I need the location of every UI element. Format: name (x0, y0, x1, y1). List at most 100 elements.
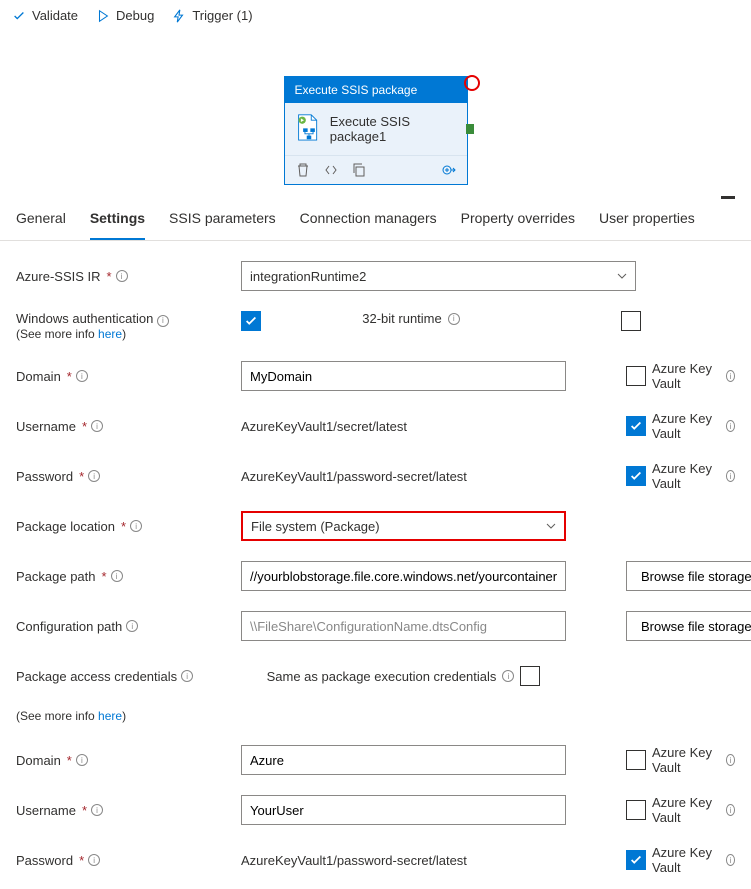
chevron-down-icon (617, 271, 627, 281)
tab-settings[interactable]: Settings (90, 196, 145, 240)
code-icon[interactable] (323, 162, 339, 178)
row-password-1: Password*i AzureKeyVault1/password-secre… (16, 461, 735, 491)
password-value-2: AzureKeyVault1/password-secret/latest (241, 853, 467, 868)
label-32bit-runtime: 32-bit runtime (362, 311, 441, 326)
akv-checkbox-domain-2[interactable] (626, 750, 646, 770)
ssis-package-icon (295, 113, 320, 145)
row-package-access-creds: Package access credentialsi Same as pack… (16, 661, 735, 691)
check-icon (12, 9, 26, 23)
trigger-label: Trigger (1) (192, 8, 252, 23)
row-username-1: Username*i AzureKeyVault1/secret/latest … (16, 411, 735, 441)
info-icon[interactable]: i (76, 370, 88, 382)
node-output-handle[interactable] (466, 124, 474, 134)
info-icon[interactable]: i (726, 370, 735, 382)
azure-ssis-ir-select[interactable]: integrationRuntime2 (241, 261, 636, 291)
tab-user-properties[interactable]: User properties (599, 196, 695, 240)
row-password-2: Password*i AzureKeyVault1/password-secre… (16, 845, 735, 875)
node-footer (285, 155, 467, 184)
activity-node[interactable]: Execute SSIS package Execute SSIS packag… (284, 76, 468, 185)
copy-icon[interactable] (351, 162, 367, 178)
akv-checkbox-username-1[interactable] (626, 416, 646, 436)
row-see-more-2: (See more info here) (16, 701, 735, 731)
chevron-down-icon (546, 521, 556, 531)
settings-tabs: General Settings SSIS parameters Connect… (0, 196, 751, 241)
info-icon[interactable]: i (126, 620, 138, 632)
toolbar: Validate Debug Trigger (1) (0, 0, 751, 31)
info-icon[interactable]: i (448, 313, 460, 325)
azure-ssis-ir-value: integrationRuntime2 (250, 269, 366, 284)
play-icon (96, 9, 110, 23)
info-icon[interactable]: i (91, 804, 103, 816)
row-package-path: Package path*i Browse file storage (16, 561, 735, 591)
info-icon[interactable]: i (88, 470, 100, 482)
32bit-runtime-checkbox[interactable] (621, 311, 641, 331)
node-title: Execute SSIS package1 (330, 114, 457, 144)
package-location-value: File system (Package) (251, 519, 380, 534)
status-indicator-circle (464, 75, 480, 91)
info-icon[interactable]: i (726, 804, 735, 816)
delete-icon[interactable] (295, 162, 311, 178)
config-path-input[interactable] (241, 611, 566, 641)
info-icon[interactable]: i (726, 854, 735, 866)
domain-input-2[interactable] (241, 745, 566, 775)
row-domain-1: Domain*i Azure Key Vaulti (16, 361, 735, 391)
username-value-1: AzureKeyVault1/secret/latest (241, 419, 407, 434)
akv-label: Azure Key Vault (652, 411, 720, 441)
row-windows-auth: Windows authentication i (See more info … (16, 311, 735, 341)
here-link-2[interactable]: here (98, 709, 122, 723)
akv-checkbox-domain-1[interactable] (626, 366, 646, 386)
node-body: Execute SSIS package1 (285, 103, 467, 155)
info-icon[interactable]: i (726, 470, 735, 482)
info-icon[interactable]: i (111, 570, 123, 582)
debug-button[interactable]: Debug (96, 8, 154, 23)
validate-button[interactable]: Validate (12, 8, 78, 23)
info-icon[interactable]: i (726, 420, 735, 432)
here-link[interactable]: here (98, 327, 122, 341)
info-icon[interactable]: i (130, 520, 142, 532)
package-path-input[interactable] (241, 561, 566, 591)
label-windows-auth: Windows authentication i (See more info … (16, 311, 241, 341)
label-azure-ssis-ir: Azure-SSIS IR* i (16, 269, 241, 284)
info-icon[interactable]: i (76, 754, 88, 766)
tab-general[interactable]: General (16, 196, 66, 240)
akv-checkbox-password-1[interactable] (626, 466, 646, 486)
validate-label: Validate (32, 8, 78, 23)
domain-input-1[interactable] (241, 361, 566, 391)
tab-ssis-parameters[interactable]: SSIS parameters (169, 196, 276, 240)
row-domain-2: Domain*i Azure Key Vaulti (16, 745, 735, 775)
windows-auth-checkbox[interactable] (241, 311, 261, 331)
trigger-button[interactable]: Trigger (1) (172, 8, 252, 23)
tab-connection-managers[interactable]: Connection managers (300, 196, 437, 240)
package-location-select[interactable]: File system (Package) (241, 511, 566, 541)
required-asterisk: * (107, 269, 112, 284)
info-icon[interactable]: i (726, 754, 735, 766)
settings-form: Azure-SSIS IR* i integrationRuntime2 Win… (0, 241, 751, 889)
info-icon[interactable]: i (116, 270, 128, 282)
row-config-path: Configuration pathi Browse file storage (16, 611, 735, 641)
tab-property-overrides[interactable]: Property overrides (461, 196, 575, 240)
akv-label: Azure Key Vault (652, 461, 720, 491)
username-input-2[interactable] (241, 795, 566, 825)
node-header: Execute SSIS package (285, 77, 467, 103)
row-azure-ssis-ir: Azure-SSIS IR* i integrationRuntime2 (16, 261, 735, 291)
info-icon[interactable]: i (502, 670, 514, 682)
info-icon[interactable]: i (181, 670, 193, 682)
browse-file-storage-button-2[interactable]: Browse file storage (626, 611, 751, 641)
info-icon[interactable]: i (157, 315, 169, 327)
expand-icon[interactable] (441, 162, 457, 178)
see-more-info: (See more info here) (16, 327, 169, 341)
same-as-exec-label: Same as package execution credentials (267, 669, 497, 684)
pipeline-canvas[interactable]: Execute SSIS package Execute SSIS packag… (0, 31, 751, 196)
debug-label: Debug (116, 8, 154, 23)
password-value-1: AzureKeyVault1/password-secret/latest (241, 469, 467, 484)
row-username-2: Username*i Azure Key Vaulti (16, 795, 735, 825)
info-icon[interactable]: i (91, 420, 103, 432)
same-as-exec-checkbox[interactable] (520, 666, 540, 686)
akv-label: Azure Key Vault (652, 745, 720, 775)
akv-checkbox-password-2[interactable] (626, 850, 646, 870)
akv-label: Azure Key Vault (652, 845, 720, 875)
info-icon[interactable]: i (88, 854, 100, 866)
lightning-icon (172, 9, 186, 23)
akv-checkbox-username-2[interactable] (626, 800, 646, 820)
browse-file-storage-button-1[interactable]: Browse file storage (626, 561, 751, 591)
